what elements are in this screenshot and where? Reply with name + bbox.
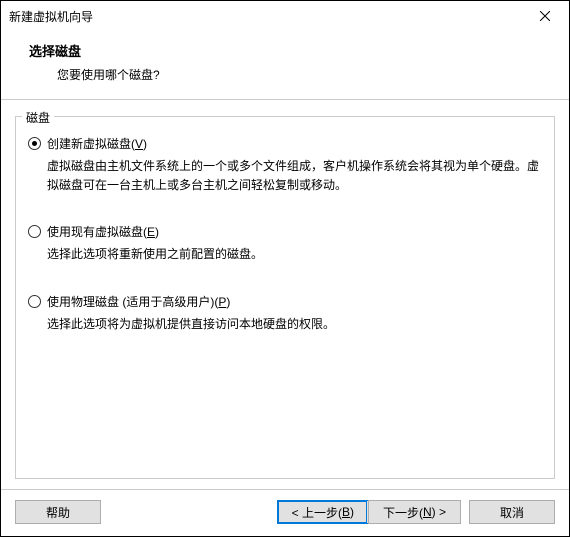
close-button[interactable] — [525, 2, 565, 30]
radio-input-create-new[interactable] — [28, 137, 41, 150]
radio-input-use-physical[interactable] — [28, 295, 41, 308]
page-title: 选择磁盘 — [29, 41, 541, 60]
radio-option-create-new: 创建新虚拟磁盘(V) 虚拟磁盘由主机文件系统上的一个或多个文件组成，客户机操作系… — [28, 135, 542, 195]
radio-desc-use-existing: 选择此选项将重新使用之前配置的磁盘。 — [28, 245, 542, 264]
next-button[interactable]: 下一步(N) > — [368, 500, 461, 524]
disk-fieldset: 磁盘 创建新虚拟磁盘(V) 虚拟磁盘由主机文件系统上的一个或多个文件组成，客户机… — [15, 116, 555, 479]
page-subtitle: 您要使用哪个磁盘? — [29, 66, 541, 83]
radio-desc-create-new: 虚拟磁盘由主机文件系统上的一个或多个文件组成，客户机操作系统会将其视为单个硬盘。… — [28, 157, 542, 195]
radio-label-use-existing: 使用现有虚拟磁盘(E) — [47, 223, 159, 240]
radio-desc-use-physical: 选择此选项将为虚拟机提供直接访问本地硬盘的权限。 — [28, 315, 542, 334]
cancel-button[interactable]: 取消 — [469, 500, 555, 524]
dialog-title: 新建虚拟机向导 — [9, 8, 93, 25]
radio-option-use-existing: 使用现有虚拟磁盘(E) 选择此选项将重新使用之前配置的磁盘。 — [28, 223, 542, 264]
titlebar: 新建虚拟机向导 — [1, 1, 569, 31]
radio-use-existing[interactable]: 使用现有虚拟磁盘(E) — [28, 223, 542, 240]
disk-radio-group: 创建新虚拟磁盘(V) 虚拟磁盘由主机文件系统上的一个或多个文件组成，客户机操作系… — [28, 135, 542, 362]
wizard-header: 选择磁盘 您要使用哪个磁盘? — [1, 31, 569, 99]
help-button[interactable]: 帮助 — [15, 500, 101, 524]
radio-input-use-existing[interactable] — [28, 225, 41, 238]
radio-label-use-physical: 使用物理磁盘 (适用于高级用户)(P) — [47, 293, 230, 310]
radio-label-create-new: 创建新虚拟磁盘(V) — [47, 135, 147, 152]
content-area: 磁盘 创建新虚拟磁盘(V) 虚拟磁盘由主机文件系统上的一个或多个文件组成，客户机… — [1, 100, 569, 489]
button-bar: 帮助 < 上一步(B) 下一步(N) > 取消 — [1, 489, 569, 536]
radio-use-physical[interactable]: 使用物理磁盘 (适用于高级用户)(P) — [28, 293, 542, 310]
radio-option-use-physical: 使用物理磁盘 (适用于高级用户)(P) 选择此选项将为虚拟机提供直接访问本地硬盘… — [28, 293, 542, 334]
fieldset-legend: 磁盘 — [22, 109, 54, 126]
nav-button-pair: < 上一步(B) 下一步(N) > — [277, 500, 461, 524]
close-icon — [540, 11, 550, 21]
back-button[interactable]: < 上一步(B) — [277, 500, 368, 524]
radio-create-new[interactable]: 创建新虚拟磁盘(V) — [28, 135, 542, 152]
wizard-dialog: 新建虚拟机向导 选择磁盘 您要使用哪个磁盘? 磁盘 创建新虚拟磁盘(V) 虚拟磁… — [0, 0, 570, 537]
